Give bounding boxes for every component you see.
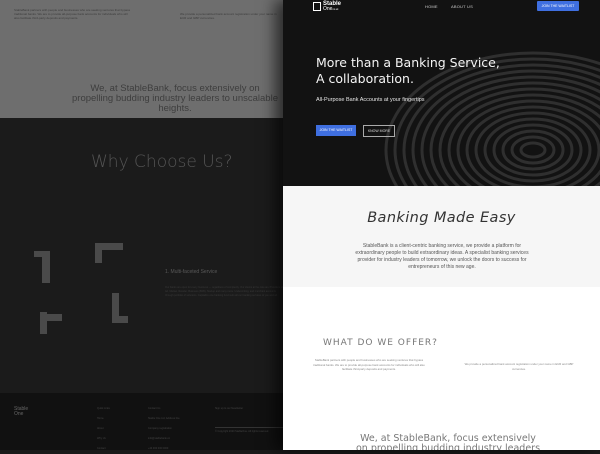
- hero-ring: [519, 141, 547, 159]
- background-footer-col2: Contact Us Stable One Ltd, Address line …: [148, 404, 180, 454]
- hero-title-line1: More than a Banking Service,: [316, 55, 500, 70]
- offer-title: WHAT DO WE OFFER?: [323, 338, 438, 348]
- hero-subtitle: All-Purpose Bank Accounts at your finger…: [316, 97, 425, 103]
- background-newsletter-input[interactable]: [215, 419, 283, 428]
- footer-col2-item: +44 000 000 0000: [148, 447, 169, 450]
- hero-ring: [483, 117, 583, 183]
- hero-title-line2: A collaboration.: [316, 71, 414, 86]
- background-offer-text-right: We provide a personalized bank account r…: [180, 12, 277, 20]
- background-footer-copyright: © Copyright 2020 StableOne. All rights r…: [215, 430, 269, 433]
- footer-col1-item[interactable]: Contact: [97, 444, 110, 454]
- nav-join-waitlist-button[interactable]: JOIN THE WAITLIST: [537, 1, 579, 11]
- background-footer-col1: Quick Links Home About Why Us Contact: [97, 404, 110, 454]
- puzzle-block: [42, 251, 50, 283]
- banking-made-easy-title: Banking Made Easy: [367, 210, 516, 226]
- puzzle-block: [95, 243, 102, 263]
- offer-text-left: StableBank partners with people and busi…: [313, 358, 425, 371]
- logo-mark-icon: [313, 2, 321, 11]
- foreground-page-preview: Stable Oneco.uk HOME ABOUT US JOIN THE W…: [283, 0, 600, 450]
- footer-col2-item: info@stablebank.co: [148, 437, 170, 440]
- background-why-title: Why Choose Us?: [91, 152, 233, 172]
- background-footer-logo: Stable One: [14, 407, 28, 417]
- banking-made-easy-section: [283, 186, 600, 287]
- background-quote: We, at StableBank, focus extensively on …: [72, 83, 278, 114]
- background-offer-text-left: StableBank partners with people and busi…: [14, 8, 131, 20]
- footer-col1-item[interactable]: Home: [97, 414, 110, 424]
- nav-logo[interactable]: Stable Oneco.uk: [313, 1, 349, 13]
- logo-text-line2: Oneco.uk: [323, 6, 339, 12]
- footer-logo-line2: One: [14, 411, 24, 417]
- mission-quote: We, at StableBank, focus extensively on …: [355, 433, 541, 451]
- background-feature-text: Our banks are open for every business — …: [165, 286, 283, 297]
- puzzle-block: [40, 314, 62, 321]
- puzzle-block: [112, 316, 128, 323]
- banking-made-easy-body: StableBank is a client-centric banking s…: [355, 243, 529, 270]
- nav-link-about[interactable]: ABOUT US: [451, 4, 473, 9]
- background-footer-newsletter: Sign up to our Newsletter: [215, 407, 244, 410]
- hero-ring: [510, 135, 556, 165]
- hero-section: Stable Oneco.uk HOME ABOUT US JOIN THE W…: [283, 0, 600, 186]
- footer-col1-item[interactable]: About: [97, 424, 110, 434]
- footer-col2-item: Stable One Ltd, Address line: [148, 417, 180, 420]
- hero-ring-pattern: [384, 51, 600, 186]
- hero-join-waitlist-button[interactable]: JOIN THE WAITLIST: [316, 125, 356, 136]
- hero-know-more-button[interactable]: KNOW MORE: [363, 125, 395, 137]
- hero-title: More than a Banking Service, A collabora…: [316, 55, 556, 87]
- offer-text-right: We provide a personalized bank account r…: [464, 362, 574, 371]
- background-feature-title: 1. Multi-faceted Service: [165, 269, 218, 275]
- footer-col1-item[interactable]: Why Us: [97, 434, 110, 444]
- footer-col1-item: Quick Links: [97, 407, 110, 410]
- nav-link-home[interactable]: HOME: [425, 4, 438, 9]
- footer-col2-item: Contact Us: [148, 407, 161, 410]
- footer-col2-item: Company registration: [148, 427, 172, 430]
